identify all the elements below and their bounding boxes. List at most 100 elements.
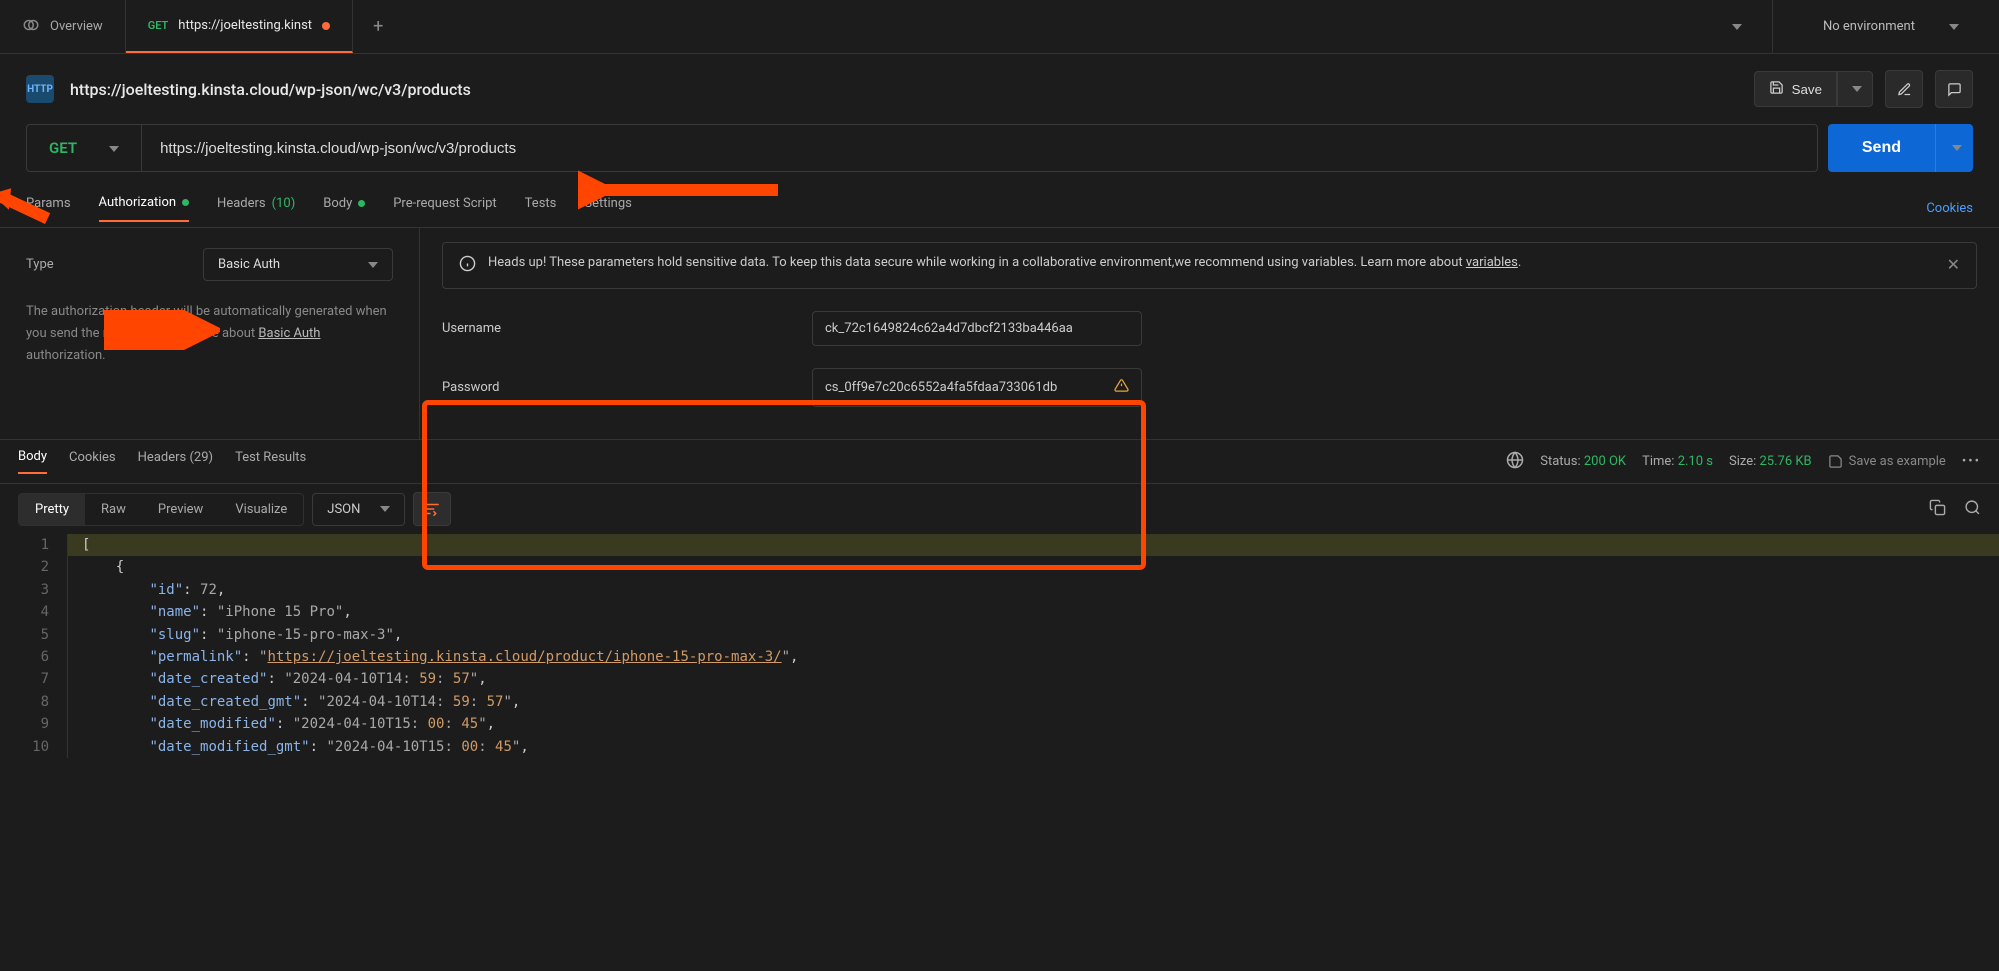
- tab-headers[interactable]: Headers (10): [217, 196, 295, 221]
- close-banner-button[interactable]: ✕: [1947, 255, 1960, 274]
- code-line: 6 "permalink": "https://joeltesting.kins…: [0, 646, 1999, 668]
- env-selector: No environment: [1698, 0, 1999, 54]
- top-tabs: Overview GET https://joeltesting.kinst +…: [0, 0, 1999, 54]
- code-line: 2 {: [0, 556, 1999, 578]
- password-value: cs_0ff9e7c20c6552a4fa5fdaa733061db: [825, 380, 1108, 395]
- auth-right-panel: Heads up! These parameters hold sensitiv…: [420, 228, 1999, 439]
- tab-headers-label: Headers: [217, 196, 266, 211]
- wrap-button[interactable]: [413, 492, 451, 526]
- response-tabs: Body Cookies Headers (29) Test Results S…: [0, 440, 1999, 484]
- add-tab-button[interactable]: +: [353, 16, 403, 37]
- headers-count: (10): [272, 196, 296, 211]
- auth-help-text: The authorization header will be automat…: [26, 301, 393, 367]
- resp-tab-testresults[interactable]: Test Results: [235, 450, 306, 473]
- status-label: Status:: [1540, 454, 1580, 469]
- tab-overview[interactable]: Overview: [0, 0, 126, 53]
- view-mode-group: Pretty Raw Preview Visualize: [18, 493, 304, 526]
- request-title: https://joeltesting.kinsta.cloud/wp-json…: [70, 80, 471, 99]
- view-raw[interactable]: Raw: [85, 494, 142, 525]
- response-toolbar: Pretty Raw Preview Visualize JSON: [0, 484, 1999, 534]
- request-title-row: HTTP https://joeltesting.kinsta.cloud/wp…: [0, 54, 1999, 124]
- network-icon[interactable]: [1506, 451, 1524, 473]
- save-button-group: Save: [1754, 71, 1873, 107]
- url-bar: GET: [26, 124, 1818, 172]
- chevron-down-icon: [105, 139, 119, 157]
- username-value: ck_72c1649824c62a4d7dbcf2133ba446aa: [825, 321, 1073, 336]
- view-preview[interactable]: Preview: [142, 494, 219, 525]
- username-row: Username ck_72c1649824c62a4d7dbcf2133ba4…: [442, 311, 1977, 346]
- username-input[interactable]: ck_72c1649824c62a4d7dbcf2133ba446aa: [812, 311, 1142, 346]
- tab-prerequest[interactable]: Pre-request Script: [393, 196, 496, 221]
- help-text-2: authorization.: [26, 348, 106, 363]
- resp-headers-count: (29): [189, 450, 213, 465]
- send-options-button[interactable]: [1935, 124, 1973, 172]
- env-context-dropdown[interactable]: [1698, 24, 1772, 30]
- view-pretty[interactable]: Pretty: [19, 494, 85, 525]
- response-body[interactable]: 1[2 {3 "id": 72,4 "name": "iPhone 15 Pro…: [0, 534, 1999, 758]
- code-line: 1[: [0, 534, 1999, 556]
- username-label: Username: [442, 321, 782, 336]
- search-button[interactable]: [1964, 499, 1981, 520]
- variables-link[interactable]: variables: [1466, 255, 1518, 270]
- code-line: 3 "id": 72,: [0, 579, 1999, 601]
- chevron-down-icon: [1945, 19, 1959, 34]
- active-dot-icon: [358, 200, 365, 207]
- code-line: 7 "date_created": "2024-04-10T14: 59: 57…: [0, 668, 1999, 690]
- size-label: Size:: [1729, 454, 1756, 469]
- request-row: GET Send: [26, 124, 1973, 172]
- tab-body[interactable]: Body: [323, 196, 365, 221]
- tab-params[interactable]: Params: [26, 196, 71, 221]
- status-value: 200 OK: [1584, 454, 1626, 469]
- save-button[interactable]: Save: [1754, 71, 1837, 107]
- save-label: Save: [1792, 82, 1822, 97]
- time-value: 2.10 s: [1678, 454, 1713, 469]
- resp-headers-label: Headers: [138, 450, 187, 465]
- tab-overview-label: Overview: [50, 19, 103, 34]
- password-row: Password cs_0ff9e7c20c6552a4fa5fdaa73306…: [442, 368, 1977, 407]
- tab-tests[interactable]: Tests: [525, 196, 557, 221]
- chevron-down-icon: [376, 502, 390, 517]
- auth-panel: Type Basic Auth The authorization header…: [0, 228, 1999, 440]
- env-name-dropdown[interactable]: No environment: [1772, 0, 1999, 54]
- method-label: GET: [49, 139, 77, 157]
- env-name-label: No environment: [1823, 19, 1915, 34]
- format-select[interactable]: JSON: [312, 493, 405, 526]
- send-button[interactable]: Send: [1828, 124, 1935, 172]
- resp-tab-headers[interactable]: Headers (29): [138, 450, 213, 473]
- password-input[interactable]: cs_0ff9e7c20c6552a4fa5fdaa733061db: [812, 368, 1142, 407]
- save-options-button[interactable]: [1837, 71, 1873, 107]
- password-label: Password: [442, 380, 782, 395]
- comment-button[interactable]: [1935, 70, 1973, 108]
- view-visualize[interactable]: Visualize: [219, 494, 303, 525]
- copy-button[interactable]: [1929, 499, 1946, 520]
- tab-authorization[interactable]: Authorization: [99, 195, 190, 222]
- info-icon: [459, 255, 476, 276]
- info-text: Heads up! These parameters hold sensitiv…: [488, 255, 1466, 270]
- save-example-button[interactable]: Save as example: [1828, 454, 1946, 469]
- tab-request[interactable]: GET https://joeltesting.kinst: [126, 0, 353, 53]
- tab-method-badge: GET: [148, 19, 169, 32]
- resp-tab-body[interactable]: Body: [18, 449, 47, 474]
- url-input[interactable]: [142, 140, 1817, 157]
- time-label: Time:: [1642, 454, 1674, 469]
- status-bar: Status: 200 OK Time: 2.10 s Size: 25.76 …: [1506, 451, 1981, 473]
- tab-request-label: https://joeltesting.kinst: [178, 18, 312, 33]
- code-line: 10 "date_modified_gmt": "2024-04-10T15: …: [0, 736, 1999, 758]
- more-icon[interactable]: •••: [1962, 454, 1981, 469]
- tab-settings[interactable]: Settings: [584, 196, 631, 221]
- resp-tab-cookies[interactable]: Cookies: [69, 450, 116, 473]
- http-badge: HTTP: [26, 75, 54, 103]
- tab-body-label: Body: [323, 196, 352, 211]
- code-line: 5 "slug": "iphone-15-pro-max-3",: [0, 624, 1999, 646]
- overview-icon: [22, 16, 40, 38]
- auth-type-select[interactable]: Basic Auth: [203, 248, 393, 281]
- share-button[interactable]: [1885, 70, 1923, 108]
- unsaved-dot-icon: [322, 22, 330, 30]
- basic-auth-link[interactable]: Basic Auth: [258, 326, 320, 341]
- request-tabs: Params Authorization Headers (10) Body P…: [0, 190, 1999, 228]
- auth-type-label: Type: [26, 257, 54, 272]
- code-line: 4 "name": "iPhone 15 Pro",: [0, 601, 1999, 623]
- method-select[interactable]: GET: [27, 125, 142, 171]
- chevron-down-icon: [364, 257, 378, 272]
- cookies-link[interactable]: Cookies: [1926, 201, 1973, 216]
